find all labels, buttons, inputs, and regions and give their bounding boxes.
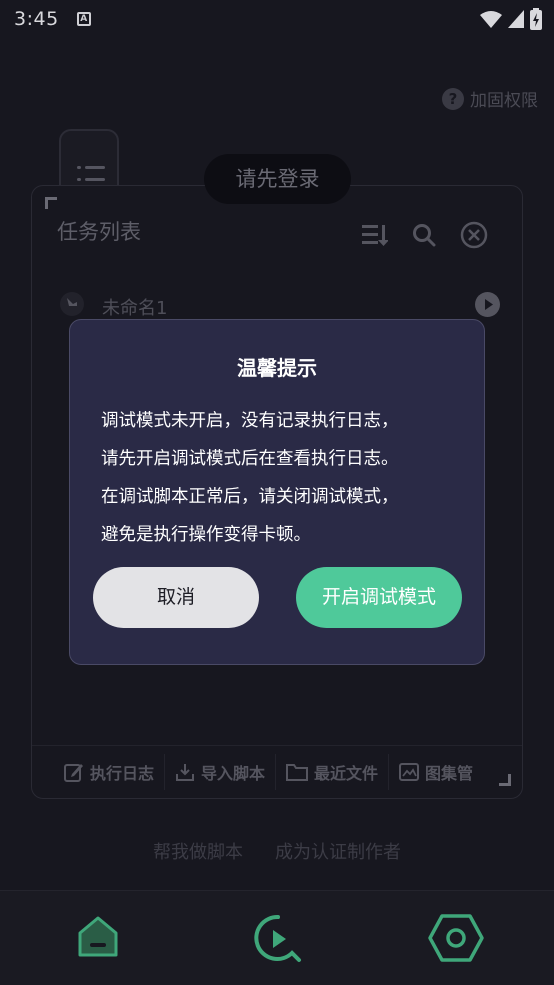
signal-icon	[508, 10, 524, 28]
login-toast: 请先登录	[204, 154, 351, 204]
system-icons	[480, 8, 542, 30]
dialog-title: 温馨提示	[237, 356, 317, 380]
gallery-manage-button[interactable]: 图集管	[389, 753, 483, 791]
task-item[interactable]: 未命名1	[60, 290, 500, 320]
bottom-navbar	[0, 890, 554, 985]
list-icon	[77, 166, 81, 169]
folder-icon	[286, 764, 309, 781]
dialog-line: 避免是执行操作变得卡顿。	[101, 525, 311, 545]
status-time: 3:45	[14, 8, 59, 30]
battery-charging-icon	[530, 8, 542, 30]
permission-label: 加固权限	[470, 91, 538, 111]
permission-button[interactable]: ? 加固权限	[442, 86, 538, 111]
play-icon[interactable]	[475, 292, 500, 317]
resize-handle-top-left[interactable]	[45, 197, 57, 209]
help-icon: ?	[442, 87, 464, 110]
home-icon[interactable]	[76, 913, 120, 959]
resize-handle-bottom-right[interactable]	[499, 774, 511, 786]
pin-icon	[60, 292, 84, 316]
footer-label: 执行日志	[90, 764, 155, 783]
recent-files-button[interactable]: 最近文件	[276, 753, 388, 791]
image-icon	[399, 763, 420, 781]
notification-a-icon: A	[76, 12, 91, 26]
cancel-button[interactable]: 取消	[93, 567, 259, 628]
task-name: 未命名1	[102, 298, 168, 319]
close-circle-icon[interactable]	[460, 221, 488, 249]
panel-footer: 执行日志 导入脚本 最近文件 图集管	[32, 745, 522, 798]
dialog-line: 请先开启调试模式后在查看执行日志。	[101, 449, 399, 469]
wifi-icon	[480, 11, 502, 28]
execution-log-button[interactable]: 执行日志	[54, 753, 164, 791]
download-icon	[176, 764, 195, 781]
footer-label: 最近文件	[314, 764, 379, 783]
footer-label: 图集管	[425, 764, 474, 783]
sort-icon[interactable]	[362, 223, 388, 247]
debug-mode-dialog: 温馨提示 调试模式未开启，没有记录执行日志， 请先开启调试模式后在查看执行日志。…	[69, 319, 485, 665]
dialog-line: 在调试脚本正常后，请关闭调试模式，	[101, 487, 399, 507]
panel-toolbar	[362, 221, 488, 249]
dialog-message: 调试模式未开启，没有记录执行日志， 请先开启调试模式后在查看执行日志。 在调试脚…	[101, 402, 471, 554]
search-icon[interactable]	[412, 223, 436, 247]
enable-debug-mode-button[interactable]: 开启调试模式	[296, 567, 462, 628]
dialog-line: 调试模式未开启，没有记录执行日志，	[101, 411, 399, 431]
edit-icon	[64, 764, 83, 782]
make-script-link[interactable]: 帮我做脚本	[153, 838, 243, 864]
status-bar: 3:45 A	[0, 0, 554, 38]
bottom-links: 帮我做脚本 成为认证制作者	[0, 838, 554, 864]
become-author-link[interactable]: 成为认证制作者	[275, 838, 401, 864]
settings-hexagon-icon[interactable]	[428, 913, 484, 963]
play-circle-icon[interactable]	[252, 913, 304, 965]
import-script-button[interactable]: 导入脚本	[165, 753, 275, 791]
panel-title: 任务列表	[57, 220, 141, 244]
footer-label: 导入脚本	[201, 764, 266, 783]
